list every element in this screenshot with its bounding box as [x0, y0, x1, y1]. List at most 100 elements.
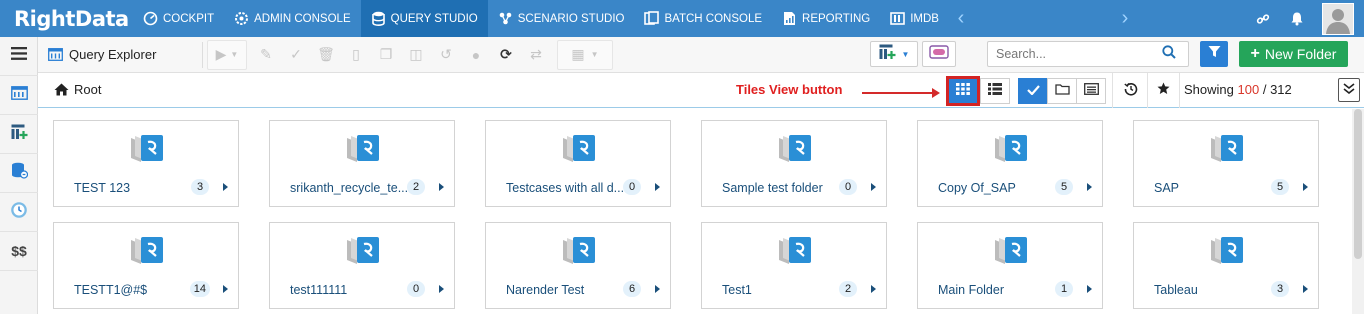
new-folder-button[interactable]: + New Folder	[1239, 41, 1348, 67]
folder-count-badge: 14	[189, 281, 210, 297]
link-icon[interactable]	[1246, 0, 1280, 37]
query-explorer-title: Query Explorer	[38, 47, 198, 62]
refresh-button[interactable]: ⟳	[491, 40, 521, 70]
sidebar-toggle[interactable]	[0, 37, 38, 76]
hamburger-menu-icon	[11, 47, 27, 65]
favorites-button[interactable]	[1148, 78, 1178, 104]
db-link-icon	[929, 44, 949, 64]
check-icon	[1026, 82, 1040, 100]
left-sidebar: $$	[0, 37, 38, 314]
sidebar-item-layout[interactable]	[0, 115, 38, 154]
swap-button[interactable]: ⇄	[521, 40, 551, 70]
showing-prefix: Showing	[1184, 82, 1234, 97]
filter-button[interactable]	[1200, 41, 1228, 67]
copy-icon: ❐	[379, 46, 393, 62]
dollar-label: $$	[11, 243, 27, 259]
validate-button[interactable]: ✓	[281, 40, 311, 70]
query-connection-button[interactable]	[922, 41, 956, 67]
open-folder-arrow-icon[interactable]	[1087, 183, 1092, 191]
nav-scroll-right-icon[interactable]: ›	[1113, 0, 1137, 37]
folder-tile[interactable]: Sample test folder 0	[701, 120, 887, 207]
open-folder-arrow-icon[interactable]	[1303, 285, 1308, 293]
layout-dropdown-button[interactable]: ▼	[870, 41, 918, 67]
folder-tile[interactable]: Narender Test 6	[485, 222, 671, 309]
more-dropdown-button[interactable]: ▦ ▼	[557, 39, 613, 70]
bell-icon[interactable]	[1280, 0, 1314, 37]
sidebar-item-clock[interactable]	[0, 193, 38, 232]
folder-name: Narender Test	[506, 283, 585, 297]
nav-item-admin-console[interactable]: ADMIN CONSOLE	[224, 0, 361, 37]
breadcrumb[interactable]: Root	[54, 82, 101, 97]
swap-icon: ⇄	[530, 46, 542, 62]
nav-item-reporting[interactable]: REPORTING	[772, 0, 880, 37]
search-icon[interactable]	[1162, 44, 1176, 64]
collapse-toggle-button[interactable]	[1338, 78, 1360, 102]
history-button[interactable]: ↺	[431, 40, 461, 70]
open-folder-arrow-icon[interactable]	[439, 183, 444, 191]
open-folder-arrow-icon[interactable]	[871, 285, 876, 293]
open-folder-arrow-icon[interactable]	[871, 183, 876, 191]
scrollbar-thumb[interactable]	[1354, 109, 1362, 259]
recent-button[interactable]	[1116, 78, 1146, 104]
sidebar-item-database[interactable]	[0, 154, 38, 193]
search-input[interactable]	[988, 47, 1158, 61]
copy-button[interactable]: ❐	[371, 40, 401, 70]
avatar[interactable]	[1322, 2, 1354, 35]
tiles-view-button[interactable]	[946, 76, 980, 106]
folder-tile[interactable]: Copy Of_SAP 5	[917, 120, 1103, 207]
folder-tile[interactable]: TESTT1@#$ 14	[53, 222, 239, 309]
query-filter-button[interactable]	[1076, 78, 1106, 104]
folder-icon	[129, 132, 165, 164]
sidebar-item-query-explorer[interactable]	[0, 76, 38, 115]
share-button[interactable]: ●	[461, 40, 491, 70]
nav-item-scenario-studio[interactable]: SCENARIO STUDIO	[488, 0, 635, 37]
folder-icon	[561, 132, 597, 164]
export-button[interactable]: ◫	[401, 40, 431, 70]
folder-tile[interactable]: test111111 0	[269, 222, 455, 309]
annotation-arrowhead	[932, 88, 940, 98]
scenario-icon	[498, 11, 513, 26]
folder-tile[interactable]: Test1 2	[701, 222, 887, 309]
folder-count-badge: 2	[407, 179, 425, 195]
brand-logo[interactable]: RightData	[0, 0, 133, 37]
folder-name: TESTT1@#$	[74, 283, 148, 297]
query-explorer-icon	[10, 85, 28, 105]
folder-tile[interactable]: Main Folder 1	[917, 222, 1103, 309]
open-folder-arrow-icon[interactable]	[655, 285, 660, 293]
folder-tile[interactable]: Testcases with all d... 0	[485, 120, 671, 207]
folder-tile[interactable]: srikanth_recycle_te... 2	[269, 120, 455, 207]
folder-tile[interactable]: Tableau 3	[1133, 222, 1319, 309]
open-folder-arrow-icon[interactable]	[223, 183, 228, 191]
folder-icon	[561, 234, 597, 266]
folder-tile[interactable]: TEST 123 3	[53, 120, 239, 207]
nav-item-query-studio[interactable]: QUERY STUDIO	[360, 0, 488, 37]
folder-tile[interactable]: SAP 5	[1133, 120, 1319, 207]
open-folder-arrow-icon[interactable]	[223, 285, 228, 293]
open-folder-arrow-icon[interactable]	[1087, 285, 1092, 293]
nav-scroll-left-icon[interactable]: ‹	[949, 0, 973, 37]
showing-count: Showing 100 / 312	[1184, 82, 1292, 97]
folder-icon	[993, 234, 1029, 266]
batch-icon	[644, 11, 660, 26]
annotation-label: Tiles View button	[736, 82, 843, 97]
database-icon	[371, 11, 386, 26]
list-view-button[interactable]	[980, 78, 1010, 104]
open-folder-arrow-icon[interactable]	[1303, 183, 1308, 191]
folder-count-badge: 3	[1271, 281, 1289, 297]
select-all-button[interactable]	[1018, 78, 1048, 104]
folder-filter-button[interactable]	[1047, 78, 1077, 104]
run-dropdown-button[interactable]: ▶ ▼	[207, 39, 247, 70]
nav-item-batch-console[interactable]: BATCH CONSOLE	[634, 0, 772, 37]
delete-button[interactable]: 🗑	[311, 40, 341, 70]
nav-item-imdb[interactable]: IMDB	[880, 0, 949, 37]
nav-item-cockpit[interactable]: COCKPIT	[133, 0, 224, 37]
query-explorer-icon	[48, 48, 63, 61]
grid-tool-icon: ▦	[571, 46, 585, 62]
edit-button[interactable]: ✎	[251, 40, 281, 70]
open-folder-arrow-icon[interactable]	[439, 285, 444, 293]
cockpit-icon	[143, 11, 158, 26]
nav-label: QUERY STUDIO	[390, 12, 478, 25]
move-button[interactable]: ▯	[341, 40, 371, 70]
sidebar-item-cost[interactable]: $$	[0, 232, 38, 271]
open-folder-arrow-icon[interactable]	[655, 183, 660, 191]
